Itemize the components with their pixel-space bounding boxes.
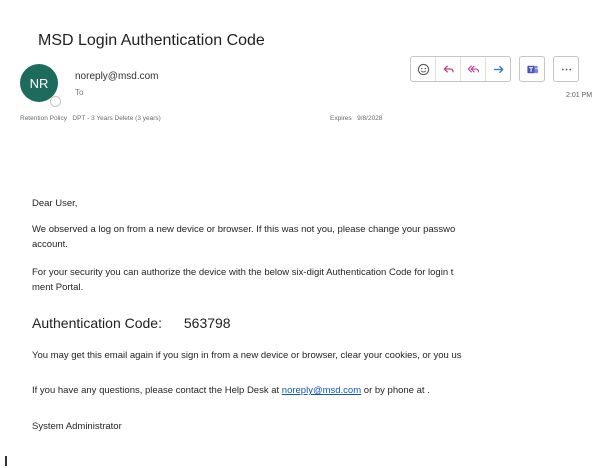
greeting: Dear User, [32,198,78,209]
teams-icon [526,65,538,73]
paragraph-1-line-2: account. [32,239,68,250]
avatar-initials: NR [29,75,49,91]
retention-policy: Retention Policy DPT - 3 Years Delete (3… [20,115,161,122]
teams-group [519,56,545,82]
paragraph-4: If you have any questions, please contac… [32,383,430,398]
reply-all-icon [467,64,479,73]
emoji-icon [417,63,429,75]
text-cursor [5,456,7,466]
help-desk-email-link[interactable]: noreply@msd.com [282,385,361,396]
email-subject: MSD Login Authentication Code [38,32,265,49]
recipient-label[interactable]: To [75,88,83,97]
action-group [410,56,511,82]
expires-value: 9/8/2028 [357,115,383,122]
forward-icon [493,65,504,73]
signature: System Administrator [32,421,122,432]
expiry-info: Expires 9/8/2028 [330,115,382,122]
message-toolbar [410,56,587,82]
auth-code-value: 563798 [183,315,231,331]
paragraph-1: We observed a log on from a new device o… [32,222,455,252]
more-group [553,56,579,82]
retention-label: Retention Policy [20,115,67,122]
authentication-code-line: Authentication Code: 563798 [32,315,231,331]
more-actions-button[interactable] [554,57,578,81]
paragraph-4-text: If you have any questions, please contac… [32,385,282,396]
presence-status-icon [50,96,61,107]
retention-value: DPT - 3 Years Delete (3 years) [72,115,161,122]
paragraph-2: For your security you can authorize the … [32,265,453,295]
paragraph-3: You may get this email again if you sign… [32,350,462,361]
paragraph-4-tail: or by phone at . [361,385,430,396]
more-icon [561,68,571,70]
paragraph-2-line-1: For your security you can authorize the … [32,267,454,278]
paragraph-1-line-1: We observed a log on from a new device o… [32,224,456,235]
sender-address[interactable]: noreply@msd.com [75,71,159,82]
received-time: 2:01 PM [566,92,593,99]
forward-button[interactable] [486,57,510,81]
teams-button[interactable] [520,57,544,81]
reply-all-button[interactable] [461,57,486,81]
reply-icon [442,64,454,73]
paragraph-2-line-2: ment Portal. [32,282,84,293]
emoji-button[interactable] [411,57,436,81]
auth-code-label: Authentication Code: [32,315,162,331]
expires-label: Expires [330,115,352,122]
reply-button[interactable] [436,57,461,81]
